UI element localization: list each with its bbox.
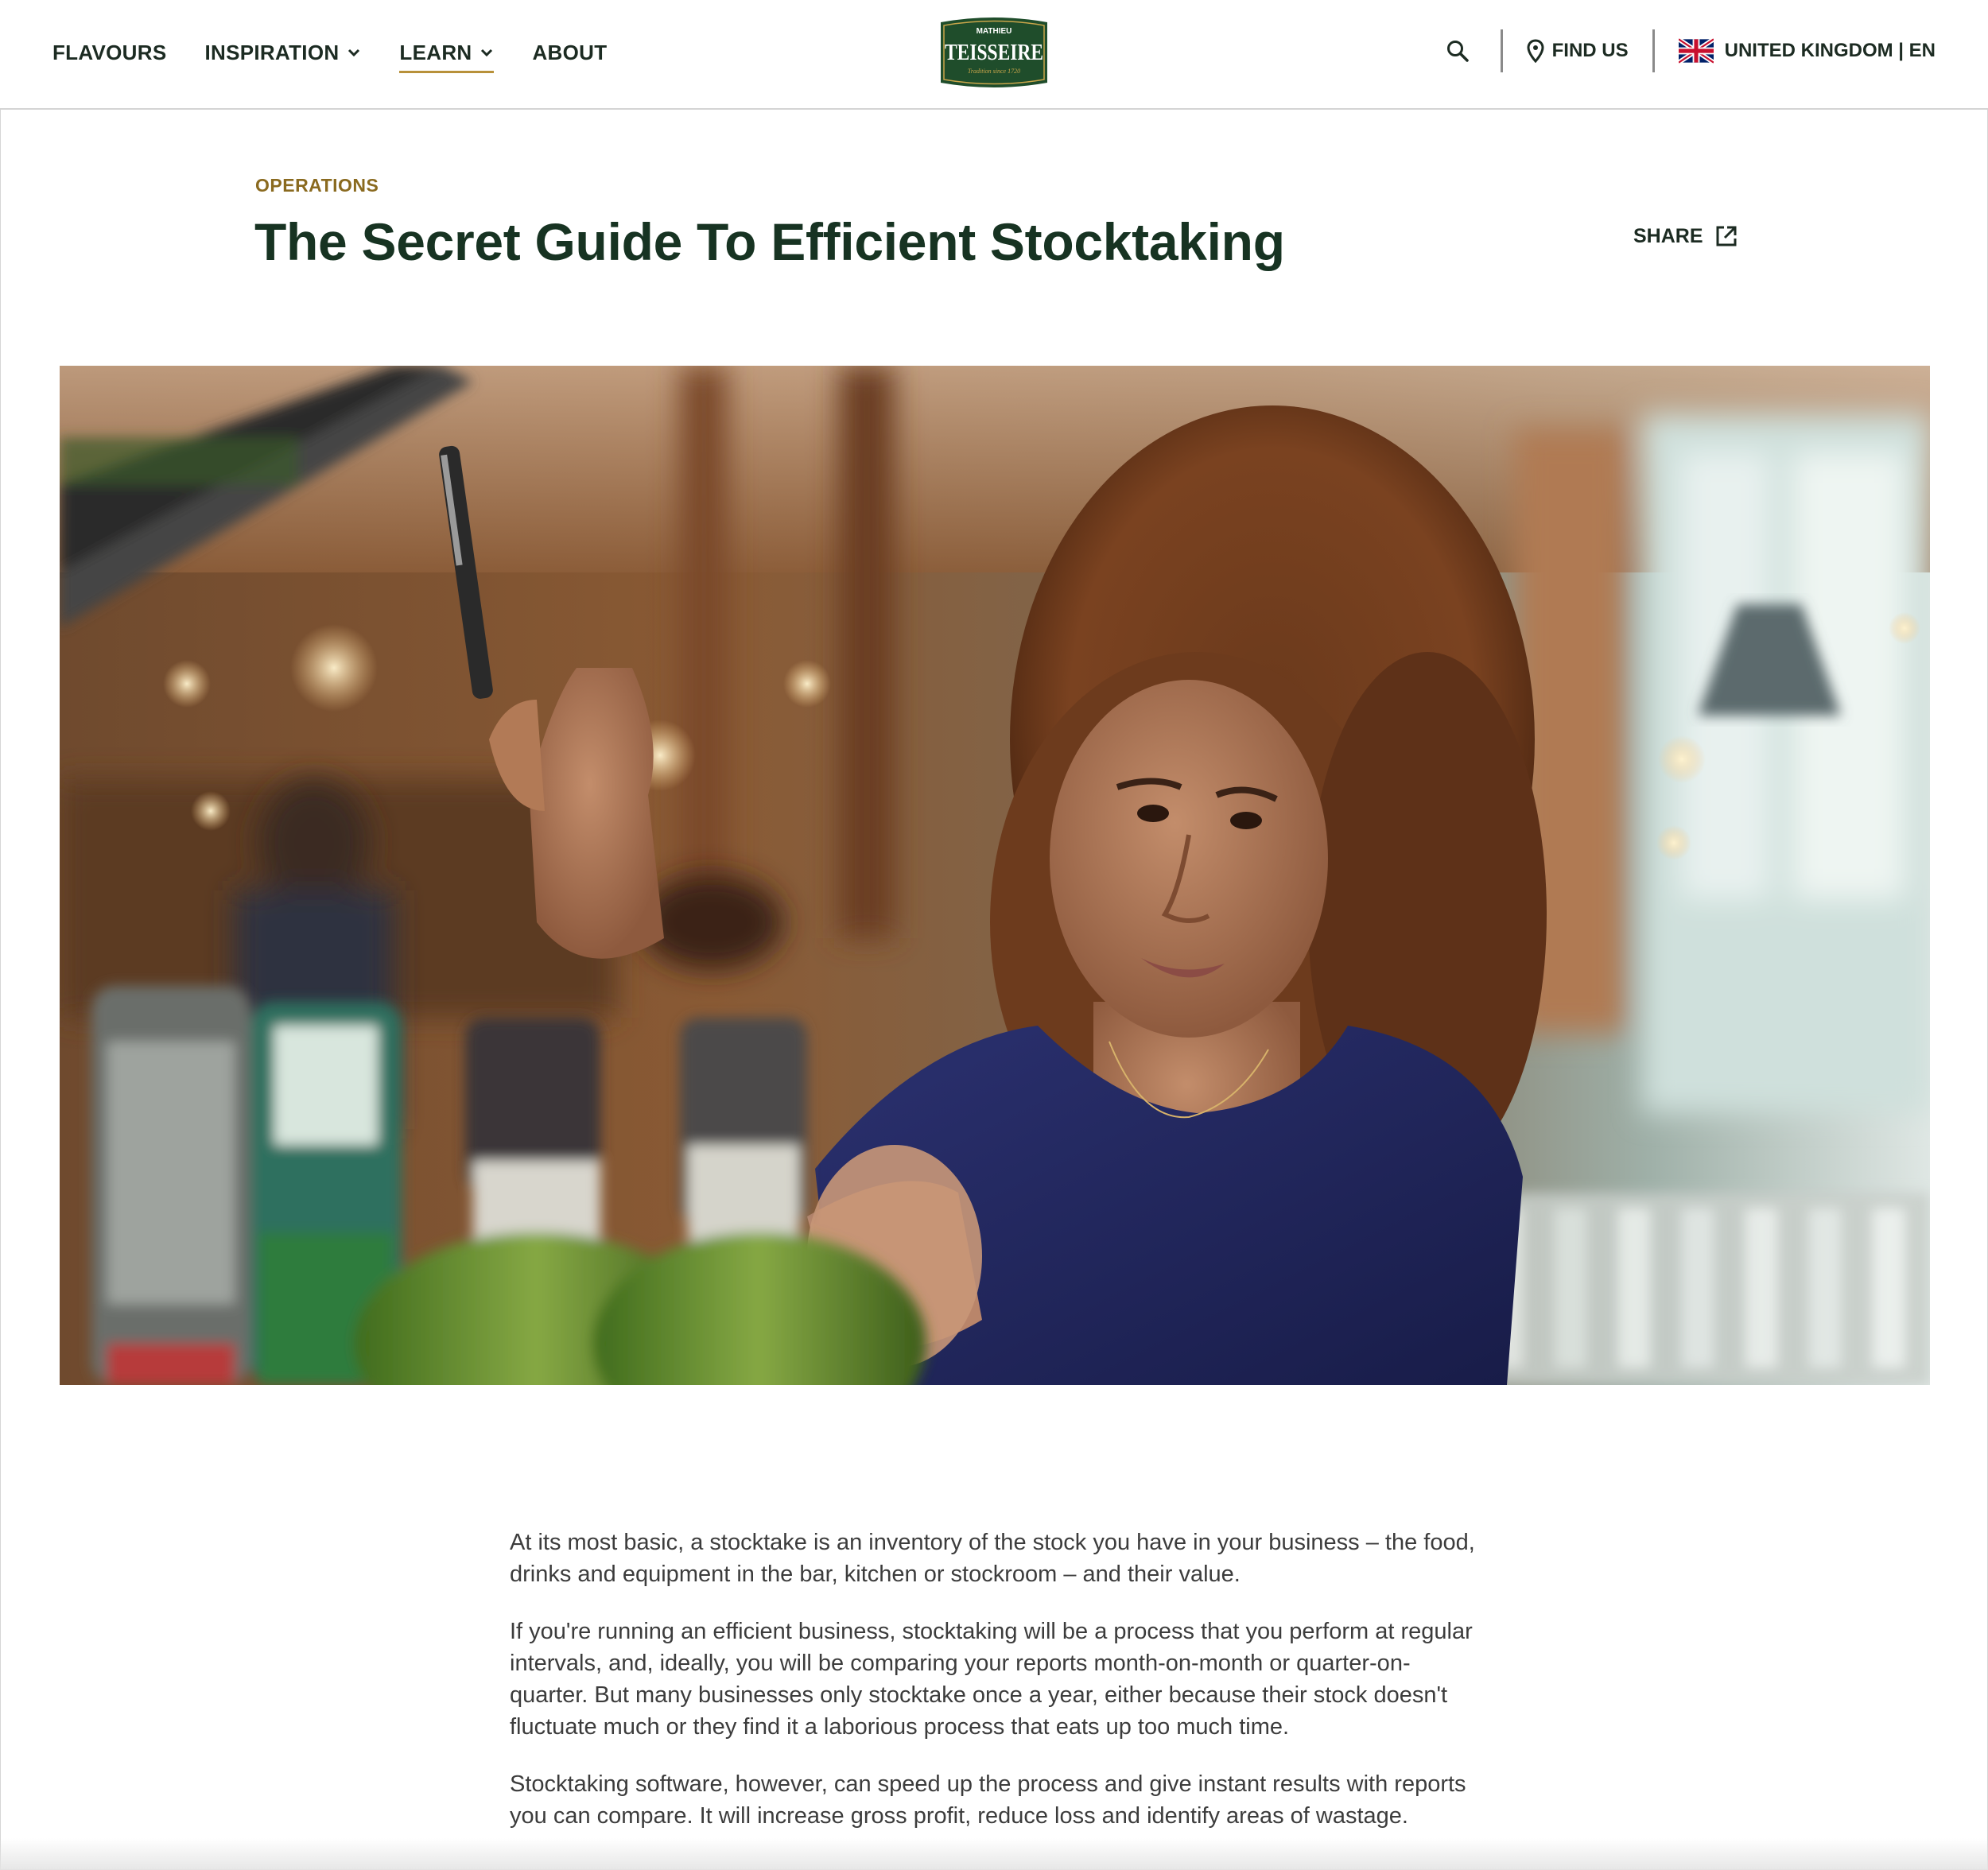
find-us-link[interactable]: FIND US: [1527, 39, 1629, 63]
nav-item-inspiration[interactable]: INSPIRATION: [204, 38, 361, 67]
article-body: At its most basic, a stocktake is an inv…: [510, 1527, 1488, 1857]
nav-label: LEARN: [399, 40, 472, 64]
teisseire-logo-icon: MATHIEU TEISSEIRE Tradition since 1720: [941, 17, 1047, 87]
find-us-label: FIND US: [1551, 40, 1629, 61]
nav-item-flavours[interactable]: FLAVOURS: [52, 38, 166, 67]
hero-photo: [60, 366, 1930, 1385]
search-button[interactable]: [1439, 32, 1477, 70]
divider: [1652, 29, 1655, 72]
article-paragraph: At its most basic, a stocktake is an inv…: [510, 1530, 1475, 1587]
main-nav: FLAVOURS INSPIRATION LEARN ABOUT: [52, 38, 607, 73]
search-icon: [1446, 41, 1469, 62]
share-label: SHARE: [1633, 224, 1703, 247]
chevron-down-icon: [481, 48, 493, 57]
article-paragraph: Stocktaking software, however, can speed…: [510, 1771, 1466, 1829]
map-pin-icon: [1527, 39, 1544, 63]
external-link-icon: [1716, 226, 1737, 246]
brand-logo[interactable]: MATHIEU TEISSEIRE Tradition since 1720: [936, 16, 1052, 89]
locale-selector[interactable]: UNITED KINGDOM | EN: [1678, 38, 1936, 64]
nav-label: INSPIRATION: [204, 40, 340, 64]
logo-main-text: TEISSEIRE: [945, 40, 1043, 65]
header-utilities: FIND US UNITED KINGDOM | EN: [1439, 29, 1936, 73]
uk-flag-icon: [1678, 38, 1714, 64]
nav-item-about[interactable]: ABOUT: [532, 38, 607, 67]
share-button[interactable]: SHARE: [1633, 224, 1738, 248]
article-paragraph: If you're running an efficient business,…: [510, 1619, 1473, 1740]
chevron-down-icon: [348, 48, 360, 57]
article-title: The Secret Guide To Efficient Stocktakin…: [254, 212, 1285, 271]
locale-label: UNITED KINGDOM | EN: [1724, 40, 1936, 61]
hero-image: [60, 366, 1930, 1385]
nav-item-learn[interactable]: LEARN: [399, 38, 495, 73]
article-category[interactable]: OPERATIONS: [255, 175, 379, 196]
logo-top-text: MATHIEU: [977, 27, 1012, 36]
divider: [1500, 29, 1503, 72]
site-header: FLAVOURS INSPIRATION LEARN ABOUT MATHIEU…: [0, 0, 1988, 110]
scroll-fade: [0, 1838, 1988, 1870]
nav-label: FLAVOURS: [52, 40, 167, 64]
nav-label: ABOUT: [532, 40, 608, 64]
logo-tagline: Tradition since 1720: [968, 68, 1020, 75]
